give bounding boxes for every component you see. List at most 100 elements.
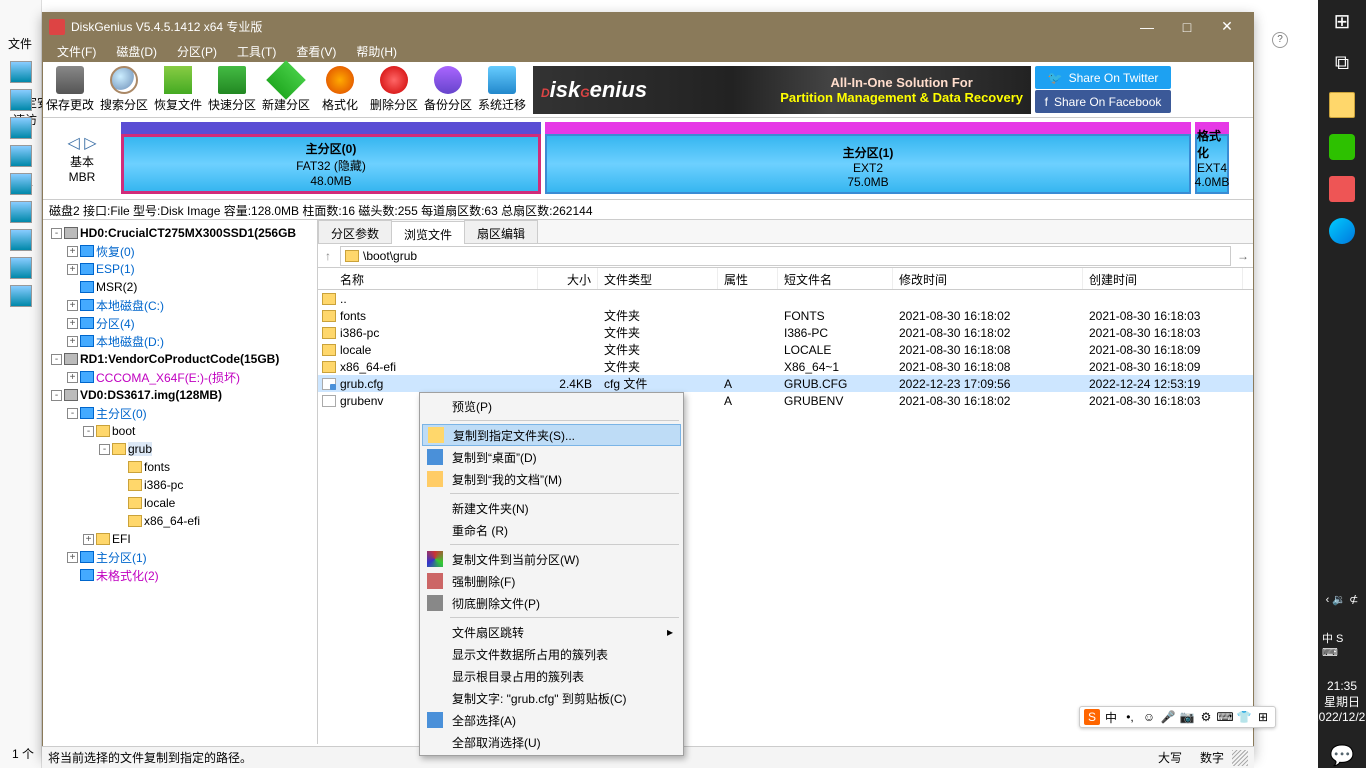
maximize-button[interactable]: □	[1167, 13, 1207, 40]
bg-tool-1[interactable]	[10, 61, 32, 83]
resize-handle[interactable]	[1232, 750, 1248, 766]
tree-expand-18[interactable]: +	[67, 552, 78, 563]
partition-2[interactable]: 格式化EXT44.0MB	[1195, 134, 1229, 194]
tree-row-9[interactable]: -VD0:DS3617.img(128MB)	[45, 386, 315, 404]
tree-expand-6[interactable]: +	[67, 336, 78, 347]
ime-btn-6[interactable]: ⚙	[1198, 709, 1214, 725]
partition-1[interactable]: 主分区(1)EXT275.0MB	[545, 134, 1191, 194]
tree-expand-5[interactable]: +	[67, 318, 78, 329]
start-button[interactable]: ⊞	[1329, 8, 1355, 34]
bg-help-button[interactable]: ?	[1272, 32, 1288, 48]
toolbtn-1[interactable]: 搜索分区	[97, 62, 151, 118]
tree-row-17[interactable]: +EFI	[45, 530, 315, 548]
taskbar-clock[interactable]: 21:35 星期日 2022/12/25	[1312, 679, 1366, 726]
tab-1[interactable]: 浏览文件	[391, 221, 465, 244]
toolbtn-6[interactable]: 删除分区	[367, 62, 421, 118]
tree-expand-17[interactable]: +	[83, 534, 94, 545]
tree-row-19[interactable]: 未格式化(2)	[45, 566, 315, 584]
bg-tool-6[interactable]	[10, 201, 32, 223]
tree-expand-0[interactable]: -	[51, 228, 62, 239]
tree-row-15[interactable]: locale	[45, 494, 315, 512]
ime-btn-4[interactable]: 🎤	[1160, 709, 1176, 725]
banner[interactable]: DiskGenius All-In-One Solution For Parti…	[533, 66, 1031, 114]
toolbtn-5[interactable]: 格式化	[313, 62, 367, 118]
menu-2[interactable]: 分区(P)	[167, 40, 227, 62]
bg-tool-8[interactable]	[10, 257, 32, 279]
tree-row-11[interactable]: -boot	[45, 422, 315, 440]
tree-expand-8[interactable]: +	[67, 372, 78, 383]
disk-nav[interactable]: ◁ ▷ 基本 MBR	[47, 122, 117, 195]
tree-expand-1[interactable]: +	[67, 246, 78, 257]
ctx-item-0[interactable]: 预览(P)	[422, 395, 681, 417]
tree-row-1[interactable]: +恢复(0)	[45, 242, 315, 260]
ime-btn-0[interactable]: S	[1084, 709, 1100, 725]
menu-0[interactable]: 文件(F)	[47, 40, 106, 62]
bg-tool-4[interactable]	[10, 145, 32, 167]
menu-1[interactable]: 磁盘(D)	[106, 40, 167, 62]
share-facebook-button[interactable]: fShare On Facebook	[1035, 90, 1171, 113]
toolbtn-4[interactable]: 新建分区	[259, 62, 313, 118]
menu-5[interactable]: 帮助(H)	[346, 40, 407, 62]
tree-row-6[interactable]: +本地磁盘(D:)	[45, 332, 315, 350]
col-attr[interactable]: 属性	[718, 268, 778, 289]
bg-tool-3[interactable]	[10, 117, 32, 139]
bg-tool-7[interactable]	[10, 229, 32, 251]
tree-row-12[interactable]: -grub	[45, 440, 315, 458]
col-ctime[interactable]: 创建时间	[1083, 268, 1243, 289]
toolbtn-7[interactable]: 备份分区	[421, 62, 475, 118]
tree-row-8[interactable]: +CCCOMA_X64F(E:)-(损坏)	[45, 368, 315, 386]
wechat-icon[interactable]	[1329, 134, 1355, 160]
tree-row-0[interactable]: -HD0:CrucialCT275MX300SSD1(256GB	[45, 224, 315, 242]
ime-btn-2[interactable]: •,	[1122, 709, 1138, 725]
tree-expand-2[interactable]: +	[67, 264, 78, 275]
tab-0[interactable]: 分区参数	[318, 220, 392, 243]
systray-1[interactable]: ‹ 🔉 ⊄	[1322, 589, 1363, 610]
toolbtn-8[interactable]: 系统迁移	[475, 62, 529, 118]
tree-row-18[interactable]: +主分区(1)	[45, 548, 315, 566]
ctx-item-2[interactable]: 复制到指定文件夹(S)...	[422, 424, 681, 446]
ctx-item-6[interactable]: 新建文件夹(N)	[422, 497, 681, 519]
device-tree[interactable]: -HD0:CrucialCT275MX300SSD1(256GB+恢复(0)+E…	[43, 220, 318, 744]
tree-row-13[interactable]: fonts	[45, 458, 315, 476]
column-headers[interactable]: 名称 大小 文件类型 属性 短文件名 修改时间 创建时间	[318, 268, 1253, 290]
tree-row-2[interactable]: +ESP(1)	[45, 260, 315, 278]
systray-2[interactable]: 中 S ⌨	[1318, 626, 1366, 663]
tree-row-4[interactable]: +本地磁盘(C:)	[45, 296, 315, 314]
ctx-item-4[interactable]: 复制到“我的文档”(M)	[422, 468, 681, 490]
tree-expand-7[interactable]: -	[51, 354, 62, 365]
bg-tool-2[interactable]	[10, 89, 32, 111]
ctx-item-16[interactable]: 复制文字: "grub.cfg" 到剪贴板(C)	[422, 687, 681, 709]
toolbtn-2[interactable]: 恢复文件	[151, 62, 205, 118]
ime-btn-8[interactable]: 👕	[1236, 709, 1252, 725]
tree-row-16[interactable]: x86_64-efi	[45, 512, 315, 530]
tree-row-5[interactable]: +分区(4)	[45, 314, 315, 332]
ctx-item-18[interactable]: 全部取消选择(U)	[422, 731, 681, 753]
bg-tool-9[interactable]	[10, 285, 32, 307]
tree-row-7[interactable]: -RD1:VendorCoProductCode(15GB)	[45, 350, 315, 368]
path-go-button[interactable]: →	[1233, 249, 1253, 263]
explorer-icon[interactable]	[1329, 92, 1355, 118]
taskview-button[interactable]: ⧉	[1329, 50, 1355, 76]
col-type[interactable]: 文件类型	[598, 268, 718, 289]
share-twitter-button[interactable]: 🐦Share On Twitter	[1035, 66, 1171, 89]
col-name[interactable]: 名称	[340, 271, 364, 286]
ctx-item-3[interactable]: 复制到“桌面”(D)	[422, 446, 681, 468]
file-row-3[interactable]: locale文件夹LOCALE2021-08-30 16:18:082021-0…	[318, 341, 1253, 358]
tab-2[interactable]: 扇区编辑	[464, 220, 538, 243]
col-short[interactable]: 短文件名	[778, 268, 893, 289]
menu-4[interactable]: 查看(V)	[286, 40, 346, 62]
ctx-item-14[interactable]: 显示文件数据所占用的簇列表	[422, 643, 681, 665]
notifications-button[interactable]: 💬	[1329, 742, 1355, 768]
ctx-item-7[interactable]: 重命名 (R)	[422, 519, 681, 541]
ctx-item-13[interactable]: 文件扇区跳转▸	[422, 621, 681, 643]
edge-icon[interactable]	[1329, 218, 1355, 244]
ctx-item-10[interactable]: 强制删除(F)	[422, 570, 681, 592]
ctx-item-15[interactable]: 显示根目录占用的簇列表	[422, 665, 681, 687]
ime-btn-3[interactable]: ☺	[1141, 709, 1157, 725]
tree-expand-11[interactable]: -	[83, 426, 94, 437]
partition-0[interactable]: 主分区(0)FAT32 (隐藏)48.0MB	[121, 134, 541, 194]
tree-expand-12[interactable]: -	[99, 444, 110, 455]
tree-row-3[interactable]: MSR(2)	[45, 278, 315, 296]
ctx-item-11[interactable]: 彻底删除文件(P)	[422, 592, 681, 614]
ctx-item-17[interactable]: 全部选择(A)	[422, 709, 681, 731]
